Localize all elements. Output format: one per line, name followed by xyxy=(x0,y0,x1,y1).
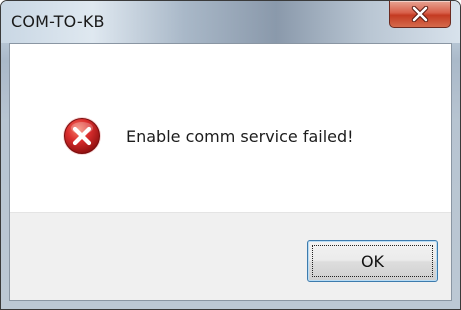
ok-button[interactable]: OK xyxy=(307,240,438,282)
message-area: Enable comm service failed! xyxy=(10,44,451,212)
button-area: OK xyxy=(10,212,451,300)
title-bar[interactable]: COM-TO-KB xyxy=(1,1,460,43)
close-icon xyxy=(411,6,429,22)
ok-button-label: OK xyxy=(312,245,433,277)
error-icon xyxy=(63,117,101,155)
window-title: COM-TO-KB xyxy=(11,12,105,31)
dialog-window: COM-TO-KB Enable comm service failed! OK xyxy=(0,0,461,310)
dialog-client-area: Enable comm service failed! OK xyxy=(9,43,452,301)
close-button[interactable] xyxy=(389,1,451,28)
error-message: Enable comm service failed! xyxy=(126,127,354,146)
